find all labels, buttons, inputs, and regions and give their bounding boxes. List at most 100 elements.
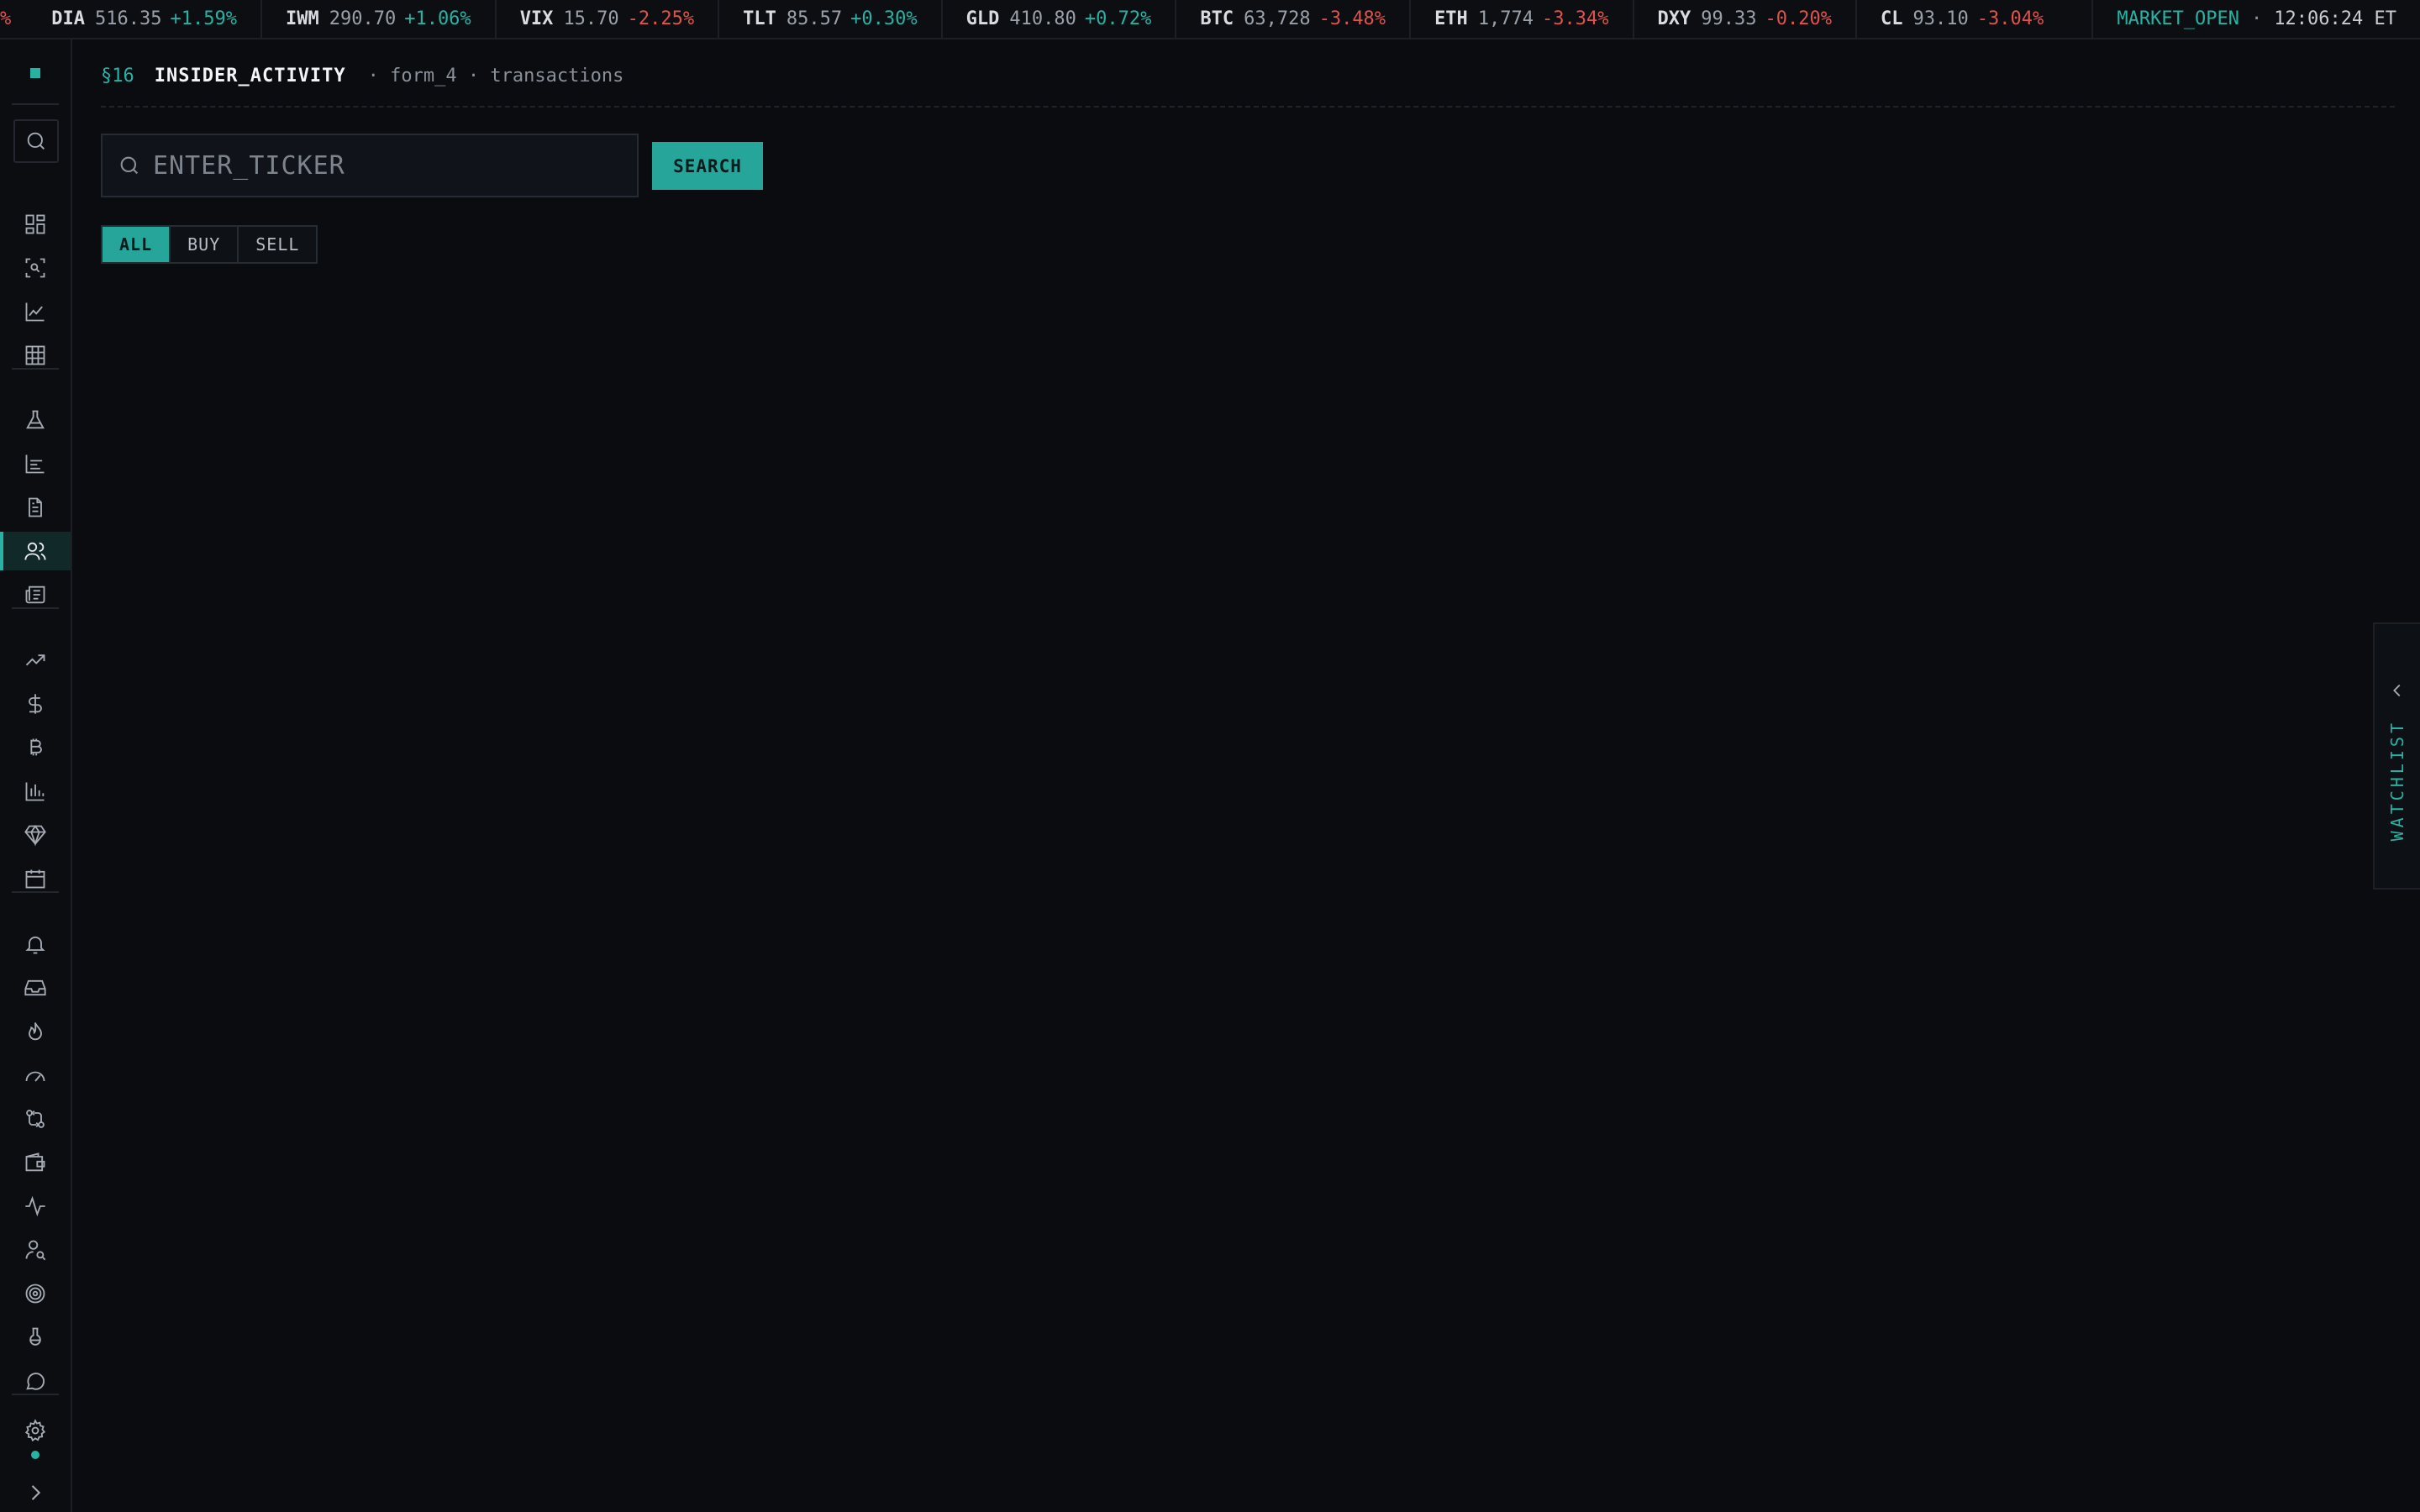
sidebar-divider [12, 1394, 59, 1395]
ticker-price: 15.70 [563, 8, 619, 29]
ticker-item-cl[interactable]: CL 93.10 -3.04% [1857, 0, 2067, 38]
dollar-icon [29, 694, 42, 714]
sidebar-item-alerts[interactable] [0, 925, 71, 963]
sidebar-item-dashboard[interactable] [0, 205, 71, 244]
ticker-change: -3.04% [1976, 8, 2044, 29]
ticker-change: -2.25% [627, 8, 695, 29]
ticker-symbol: DXY [1657, 8, 1691, 29]
connection-status-dot [31, 1451, 39, 1459]
users-icon [24, 542, 46, 560]
ticker-symbol: IWM [285, 8, 319, 29]
page-subtitle: · form_4 · transactions [367, 66, 624, 87]
sidebar-item-hot[interactable] [0, 1012, 71, 1051]
sidebar-divider [12, 607, 59, 609]
filter-sell-button[interactable]: SELL [239, 227, 317, 262]
ticker-item-tlt[interactable]: TLT 85.57 +0.30% [719, 0, 943, 38]
ticker-symbol: TLT [743, 8, 776, 29]
market-clock: 12:06:24 ET [2274, 8, 2396, 29]
page-header: §16 INSIDER_ACTIVITY · form_4 · transact… [101, 66, 623, 87]
sidebar-item-people-search[interactable] [0, 1231, 71, 1269]
gear-icon [24, 1419, 46, 1442]
ticker-price: 1,774 [1477, 8, 1534, 29]
transaction-type-filter: ALL BUY SELL [101, 225, 318, 264]
sidebar-item-currency[interactable] [0, 685, 71, 723]
dashboard-icon [25, 214, 45, 234]
wallet-icon [25, 1152, 45, 1172]
sidebar-item-settings[interactable] [0, 1411, 71, 1450]
ticker-item-dia[interactable]: DIA 516.35 +1.59% [28, 0, 262, 38]
ticker-symbol: DIA [51, 8, 85, 29]
swap-icon [26, 1110, 45, 1128]
target-icon [25, 1284, 45, 1304]
sidebar-divider [12, 891, 59, 893]
ticker-symbol: VIX [519, 8, 554, 29]
search-icon [120, 156, 139, 175]
gem-icon [24, 824, 46, 847]
ticker-change: -0.20% [1765, 8, 1832, 29]
ticker-change: +1.59% [170, 8, 237, 29]
sidebar-item-analytics[interactable] [0, 444, 71, 483]
sidebar-item-targets[interactable] [0, 1274, 71, 1313]
market-ticker-bar: % DIA 516.35 +1.59% IWM 290.70 +1.06% VI… [0, 0, 2420, 39]
sidebar-item-volume[interactable] [0, 772, 71, 811]
sidebar-item-inbox[interactable] [0, 969, 71, 1007]
sidebar-divider [12, 103, 59, 105]
search-button[interactable]: SEARCH [652, 142, 763, 190]
flask-icon [26, 410, 45, 429]
flame-icon [29, 1022, 42, 1041]
ticker-price: 290.70 [329, 8, 397, 29]
market-status: MARKET_OPEN · 12:06:24 ET [2091, 0, 2420, 38]
sidebar-item-lab[interactable] [0, 401, 71, 439]
sidebar-item-commodities[interactable] [0, 816, 71, 854]
sidebar-item-insiders[interactable] [0, 532, 71, 570]
ticker-item-dxy[interactable]: DXY 99.33 -0.20% [1634, 0, 1857, 38]
sidebar-item-crypto[interactable] [0, 728, 71, 767]
sidebar-search-button[interactable] [13, 119, 59, 163]
gauge-icon [25, 1071, 45, 1082]
sidebar-item-movers[interactable] [0, 641, 71, 680]
histogram-icon [25, 782, 45, 801]
ticker-symbol: GLD [965, 8, 1000, 29]
section-code: §16 [101, 66, 134, 87]
scan-icon [25, 258, 45, 278]
filter-all-button[interactable]: ALL [103, 227, 171, 262]
beaker-icon [29, 1327, 41, 1346]
chat-icon [26, 1373, 45, 1390]
app-logo[interactable] [30, 68, 40, 78]
ticker-price: 63,728 [1244, 8, 1311, 29]
sidebar-item-portfolio[interactable] [0, 1143, 71, 1182]
ticker-item-vix[interactable]: VIX 15.70 -2.25% [497, 0, 720, 38]
ticker-item-btc[interactable]: BTC 63,728 -3.48% [1176, 0, 1412, 38]
sidebar-item-sentiment[interactable] [0, 1056, 71, 1095]
user-search-icon [25, 1240, 46, 1261]
filter-buy-button[interactable]: BUY [171, 227, 239, 262]
ticker-price: 93.10 [1912, 8, 1969, 29]
chart-line-icon [25, 302, 45, 322]
trending-up-icon [25, 654, 45, 666]
ticker-price: 410.80 [1009, 8, 1076, 29]
ticker-item-iwm[interactable]: IWM 290.70 +1.06% [262, 0, 497, 38]
document-icon [29, 497, 42, 517]
grid-icon [25, 345, 45, 365]
ticker-item-eth[interactable]: ETH 1,774 -3.34% [1411, 0, 1634, 38]
sidebar-item-experiments[interactable] [0, 1318, 71, 1357]
sidebar-item-scanner[interactable] [0, 249, 71, 287]
ticker-change: +0.72% [1084, 8, 1152, 29]
ticker-input[interactable] [141, 135, 637, 196]
sidebar-item-filings[interactable] [0, 488, 71, 527]
search-icon [27, 132, 45, 150]
chevron-right-icon [31, 1485, 41, 1500]
market-status-label: MARKET_OPEN [2117, 8, 2240, 29]
sidebar-item-compare[interactable] [0, 1100, 71, 1138]
watchlist-toggle[interactable]: WATCHLIST [2373, 622, 2420, 890]
sidebar-nav [0, 39, 72, 1512]
ticker-change: -3.48% [1318, 8, 1386, 29]
inbox-icon [24, 979, 46, 996]
sidebar-item-charts[interactable] [0, 292, 71, 331]
sidebar-expand-button[interactable] [0, 1473, 71, 1512]
sidebar-item-activity[interactable] [0, 1187, 71, 1226]
ticker-change: +1.06% [404, 8, 471, 29]
ticker-truncated-change: % [0, 8, 12, 29]
ticker-item-gld[interactable]: GLD 410.80 +0.72% [943, 0, 1177, 38]
ticker-search-box[interactable] [101, 134, 639, 197]
